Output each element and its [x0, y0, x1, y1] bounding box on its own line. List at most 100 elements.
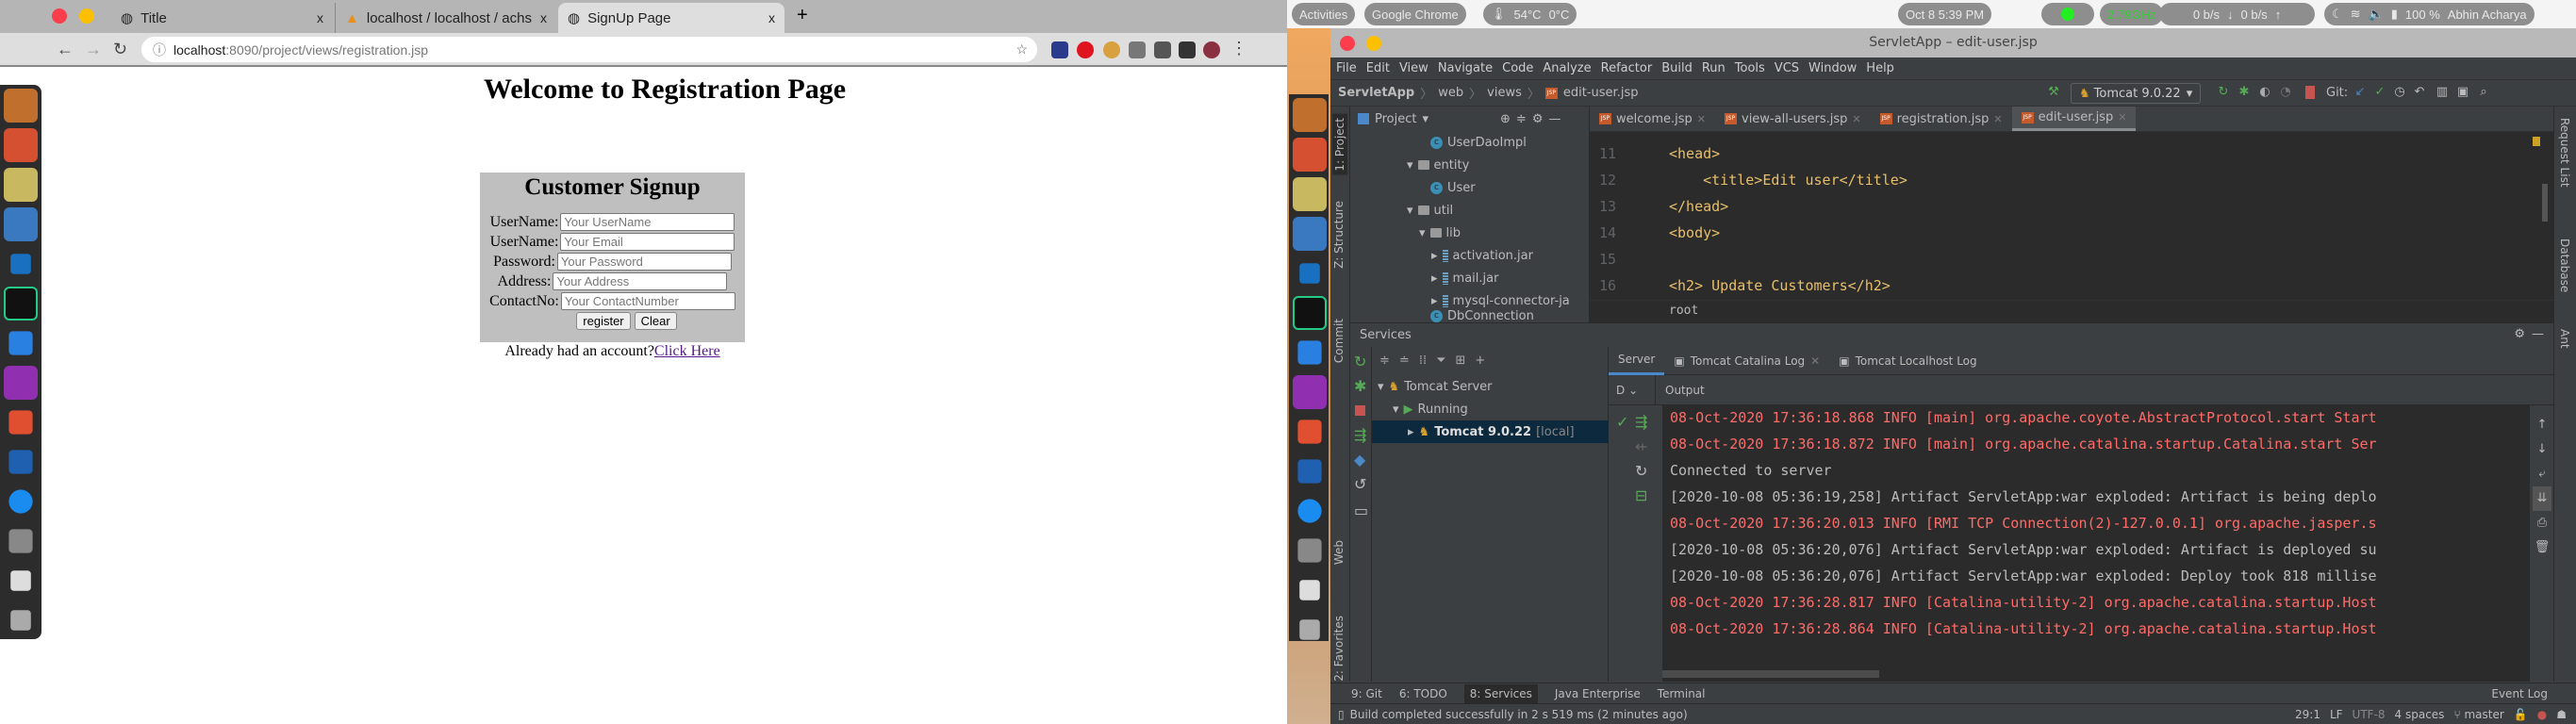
menu-file[interactable]: File [1336, 61, 1357, 75]
run-configuration-select[interactable]: ♞ Tomcat 9.0.22 ▾ [2071, 83, 2202, 104]
cookie-extension-icon[interactable] [1103, 41, 1120, 58]
system-status-menu[interactable]: ☾ ≋ 🔈 ▮ 100 % Abhin Acharya [2324, 3, 2535, 25]
service-tomcat-instance[interactable]: ▸ ♞ Tomcat 9.0.22 [local] [1372, 420, 1609, 443]
forward-icon[interactable]: → [85, 40, 102, 59]
app-launcher-icon[interactable] [8, 331, 33, 355]
code-breadcrumb[interactable]: root [1590, 300, 2553, 322]
menu-refactor[interactable]: Refactor [1601, 61, 1653, 75]
tree-item[interactable]: c UserDaoImpl [1430, 131, 1527, 154]
rollback-icon[interactable]: ↶ [2413, 86, 2426, 99]
password-input[interactable] [556, 253, 732, 271]
up-arrow-icon[interactable]: ↑ [2533, 413, 2551, 437]
caret-position[interactable]: 29:1 [2295, 708, 2320, 721]
close-tab-icon[interactable]: ✕ [2118, 111, 2126, 123]
menu-view[interactable]: View [1399, 61, 1428, 75]
tool-tab-database[interactable]: Database [2558, 239, 2571, 292]
scroll-to-end-icon[interactable]: ⇊ [2533, 486, 2551, 511]
browser-tab-signup[interactable]: ◍ SignUp Page x [558, 3, 784, 33]
menu-build[interactable]: Build [1661, 61, 1693, 75]
git-branch[interactable]: ⑂ master [2453, 708, 2503, 721]
run-anything-icon[interactable]: ▣ [2456, 86, 2469, 99]
clock[interactable]: Oct 8 5:39 PM [1898, 3, 1992, 25]
restart-icon[interactable]: ↺ [1354, 475, 1366, 493]
pycharm-icon[interactable] [4, 287, 38, 321]
undeploy-icon[interactable]: ⇷ [1635, 437, 1647, 455]
hide-icon[interactable]: — [2532, 327, 2544, 341]
close-tab-icon[interactable]: x [540, 10, 547, 25]
app-grid-icon[interactable] [10, 610, 31, 631]
deploy-icon[interactable]: ⇶ [1354, 426, 1366, 444]
menu-vcs[interactable]: VCS [1775, 61, 1799, 75]
error-icon[interactable]: ● [2537, 708, 2547, 721]
profile-icon[interactable]: ◔ [2279, 86, 2292, 99]
app-store-icon[interactable] [8, 489, 33, 514]
tool-tab-favorites[interactable]: 2: Favorites [1332, 616, 1346, 682]
browser-tab-phpmyadmin[interactable]: ▲ localhost / localhost / achs x [335, 3, 556, 33]
network-speed[interactable]: 0 b/s ↓ 0 b/s ↑ [2159, 3, 2315, 25]
down-arrow-icon[interactable]: ↓ [2533, 437, 2551, 462]
trash-icon[interactable] [1299, 580, 1320, 601]
search-icon[interactable]: ⌕ [2477, 86, 2490, 99]
menu-tools[interactable]: Tools [1735, 61, 1765, 75]
reload-icon[interactable]: ↻ [113, 40, 127, 59]
drive-icon[interactable] [1297, 538, 1322, 563]
wireshark-icon[interactable] [8, 450, 33, 474]
more-menu-icon[interactable]: ⋮ [1230, 39, 1247, 58]
breadcrumb-web[interactable]: web [1438, 86, 1463, 100]
close-window-button[interactable] [1340, 36, 1355, 51]
warning-marker[interactable] [2533, 137, 2540, 146]
wireshark-icon[interactable] [1297, 459, 1322, 484]
contact-input[interactable] [560, 292, 735, 310]
tree-item[interactable]: ▸ mail.jar [1431, 267, 1498, 289]
menu-code[interactable]: Code [1502, 61, 1533, 75]
tool-tab-todo[interactable]: 6: TODO [1399, 687, 1447, 700]
close-tab-icon[interactable]: ✕ [1810, 354, 1820, 368]
status-message[interactable]: Build completed successfully in 2 s 519 … [1350, 708, 1688, 721]
system-monitor[interactable] [2041, 3, 2094, 25]
menu-run[interactable]: Run [1702, 61, 1726, 75]
breadcrumb-project[interactable]: ServletApp [1338, 86, 1414, 100]
tool-tab-web[interactable]: Web [1332, 540, 1346, 565]
tool-tab-structure[interactable]: Z: Structure [1332, 201, 1346, 269]
editor-tab-welcome[interactable]: JSP welcome.jsp ✕ [1590, 107, 1715, 131]
tree-item[interactable]: ▾ util [1407, 199, 1453, 222]
locate-icon[interactable]: ⊕ [1500, 112, 1511, 126]
debug-icon[interactable]: ✱ [1354, 377, 1366, 395]
project-structure-icon[interactable]: ▥ [2436, 86, 2449, 99]
intellij-icon[interactable] [4, 366, 38, 400]
firefox-icon[interactable] [1293, 98, 1327, 132]
tree-item[interactable]: c DbConnection [1430, 308, 1534, 323]
menu-help[interactable]: Help [1866, 61, 1894, 75]
hide-icon[interactable]: — [1548, 112, 1560, 126]
tool-tab-ant[interactable]: Ant [2558, 329, 2571, 349]
app-launcher-icon[interactable] [1297, 340, 1322, 365]
menu-navigate[interactable]: Navigate [1438, 61, 1493, 75]
breadcrumb-views[interactable]: views [1487, 86, 1522, 100]
username-input[interactable] [560, 213, 735, 231]
bookmark-star-icon[interactable]: ☆ [1016, 41, 1028, 58]
tree-item[interactable]: ▾ entity [1407, 154, 1469, 176]
intellij-icon[interactable] [1293, 375, 1327, 409]
debug-icon[interactable]: ✱ [2237, 86, 2251, 99]
new-tab-button[interactable]: + [797, 5, 808, 26]
refresh-icon[interactable]: ↻ [1354, 353, 1366, 370]
inspector-icon[interactable]: ☗ [2556, 708, 2567, 721]
editor-tab-view-all-users[interactable]: JSP view-all-users.jsp ✕ [1715, 107, 1871, 131]
sublime-merge-icon[interactable] [8, 410, 33, 435]
editor-scrollbar[interactable] [2542, 184, 2548, 222]
event-log-button[interactable]: Event Log [2491, 687, 2576, 700]
tool-tab-services[interactable]: 8: Services [1463, 683, 1538, 703]
sublime-merge-icon[interactable] [1297, 420, 1322, 444]
extension-icon[interactable] [1154, 41, 1171, 58]
indent-setting[interactable]: 4 spaces [2395, 708, 2445, 721]
address-input[interactable] [553, 272, 728, 290]
code-editor[interactable]: 10 <html> 11 <head> 12 <title>Edit user</tit… [1590, 132, 2553, 300]
chrome-icon[interactable] [4, 168, 38, 202]
expand-all-icon[interactable]: ≑ [1379, 354, 1390, 368]
deployment-dropdown[interactable]: D ⌄ [1609, 374, 1656, 405]
url-input[interactable]: ⓘ localhost:8090/project/views/registrat… [141, 37, 1037, 62]
stop-icon[interactable] [2305, 86, 2315, 99]
git-update-icon[interactable]: ↙ [2353, 86, 2367, 99]
close-window-button[interactable] [52, 8, 67, 24]
back-icon[interactable]: ← [57, 40, 74, 59]
